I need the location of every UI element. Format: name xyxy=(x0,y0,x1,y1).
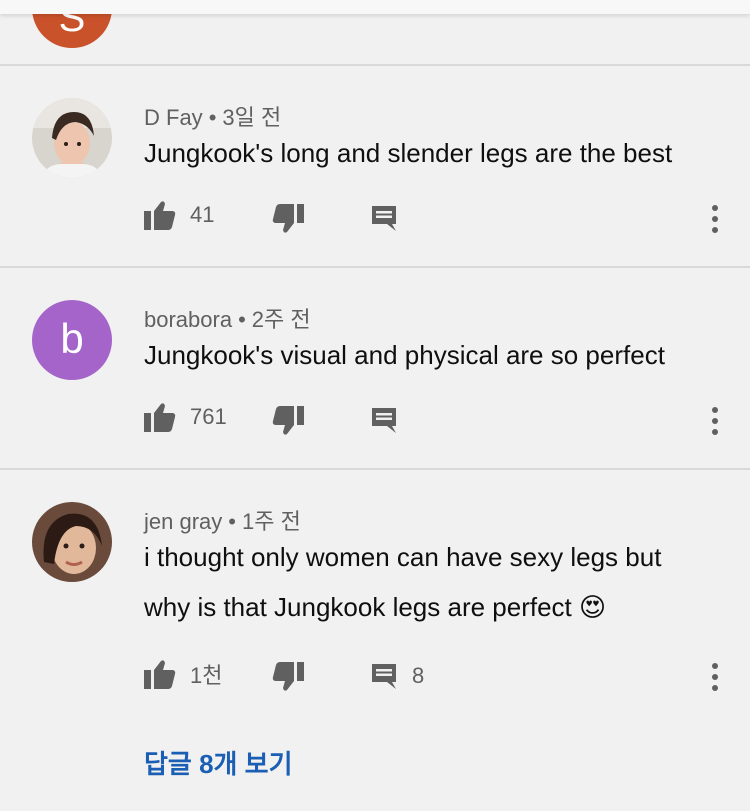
avatar-photo xyxy=(32,502,112,582)
reply-comment-icon xyxy=(372,408,396,433)
thumbs-down-icon xyxy=(272,406,304,435)
thumbs-up-icon xyxy=(144,660,176,689)
dislike-button[interactable] xyxy=(272,204,304,234)
comment-item: b borabora • 2주 전 Jungkook's visual and ph… xyxy=(0,268,750,470)
comment-text: Jungkook's long and slender legs are the… xyxy=(144,128,724,178)
like-count: 41 xyxy=(190,202,215,227)
comment-item: jen gray • 1주 전 i thought only women can h… xyxy=(0,470,750,810)
like-button[interactable]: 41 xyxy=(144,200,214,230)
author-name[interactable]: D Fay xyxy=(144,105,203,130)
comment-actions: 761 xyxy=(0,400,750,440)
dislike-button[interactable] xyxy=(272,662,304,692)
partial-comment: S 정말 멋진 무대… xyxy=(0,0,750,66)
more-vertical-icon[interactable] xyxy=(710,406,720,436)
avatar-photo xyxy=(32,98,112,178)
comment-actions: 41 xyxy=(0,198,750,238)
comment-item: D Fay • 3일 전 Jungkook's long and slender l… xyxy=(0,66,750,268)
comment-text: i thought only women can have sexy legs … xyxy=(144,532,724,632)
comments-page: S 정말 멋진 무대… D Fay•3일 전 Jungkook's long a… xyxy=(0,0,750,811)
reply-comment-icon xyxy=(372,206,396,231)
thumbs-up-icon xyxy=(144,201,176,230)
comment-actions: 1천 8 xyxy=(0,656,750,696)
avatar[interactable]: b xyxy=(32,300,112,380)
comment-text: Jungkook's visual and physical are so pe… xyxy=(144,330,724,380)
thumbs-down-icon xyxy=(272,204,304,233)
reply-comment-icon xyxy=(372,664,396,689)
view-replies-link[interactable]: 답글 8개 보기 xyxy=(144,744,293,781)
like-count: 1천 xyxy=(190,663,223,688)
comment-time: 3일 전 xyxy=(222,105,282,130)
thumbs-up-icon xyxy=(144,403,176,432)
comment-text-line: Jungkook's long and slender legs are the… xyxy=(144,138,673,168)
thumbs-down-icon xyxy=(272,662,304,691)
more-vertical-icon[interactable] xyxy=(710,204,720,234)
like-button[interactable]: 1천 xyxy=(144,658,222,690)
more-vertical-icon[interactable] xyxy=(710,662,720,692)
heart-eyes-emoji: 😍 xyxy=(579,592,607,622)
reply-button[interactable]: 8 xyxy=(370,662,424,690)
comment-text-line: why is that Jungkook legs are perfect 😍 xyxy=(144,582,724,632)
dislike-button[interactable] xyxy=(272,406,304,436)
reply-button[interactable] xyxy=(370,204,398,232)
separator-dot: • xyxy=(208,105,217,130)
comment-time: 1주 전 xyxy=(241,509,301,534)
like-button[interactable]: 761 xyxy=(144,402,227,432)
reply-count: 8 xyxy=(412,663,425,688)
separator-dot: • xyxy=(238,307,246,332)
reply-button[interactable] xyxy=(370,406,398,434)
comment-text-line: Jungkook's visual and physical are so pe… xyxy=(144,340,665,370)
avatar[interactable] xyxy=(32,98,112,178)
header-shadow xyxy=(0,0,750,14)
avatar-letter: b xyxy=(60,315,84,362)
like-count: 761 xyxy=(190,404,227,429)
avatar[interactable] xyxy=(32,502,112,582)
comment-text-line: i thought only women can have sexy legs … xyxy=(144,542,662,572)
author-name[interactable]: borabora xyxy=(144,307,232,332)
author-name[interactable]: jen gray xyxy=(144,509,222,534)
comment-text-segment: why is that Jungkook legs are perfect xyxy=(144,592,572,622)
comment-time: 2주 전 xyxy=(251,307,311,332)
separator-dot: • xyxy=(228,509,236,534)
